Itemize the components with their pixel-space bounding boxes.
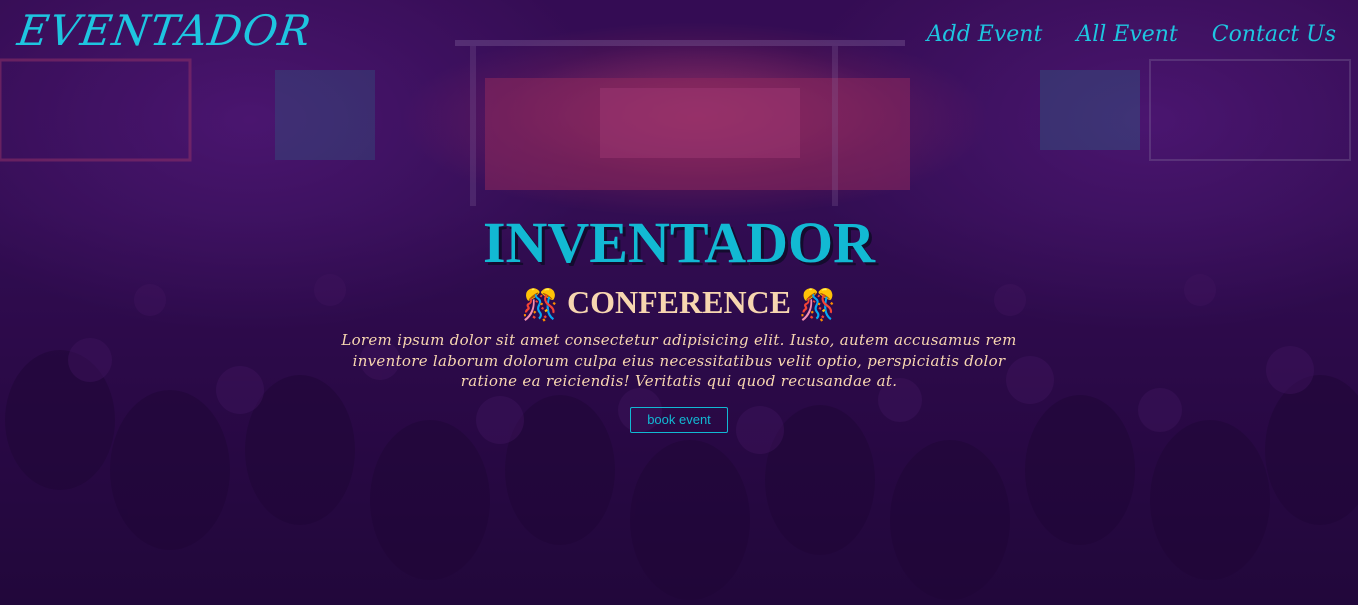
main-nav: Add Event All Event Contact Us: [927, 22, 1336, 47]
hero-content: INVENTADOR 🎊 CONFERENCE 🎊 Lorem ipsum do…: [0, 208, 1358, 433]
hero-subtitle: 🎊 CONFERENCE 🎊: [0, 280, 1358, 328]
confetti-icon: 🎊: [799, 288, 837, 323]
nav-link-contact-us[interactable]: Contact Us: [1212, 22, 1336, 47]
nav-link-add-event[interactable]: Add Event: [927, 22, 1043, 47]
confetti-icon: 🎊: [521, 288, 559, 323]
subtitle-text: CONFERENCE: [566, 284, 791, 320]
hero-section: EVENTADOR Add Event All Event Contact Us…: [0, 0, 1358, 605]
nav-link-all-event[interactable]: All Event: [1076, 22, 1177, 47]
hero-title: INVENTADOR: [482, 210, 876, 275]
brand-logo[interactable]: EVENTADOR: [15, 6, 315, 55]
hero-description: Lorem ipsum dolor sit amet consectetur a…: [341, 331, 1017, 390]
book-event-button[interactable]: book event: [630, 406, 728, 433]
